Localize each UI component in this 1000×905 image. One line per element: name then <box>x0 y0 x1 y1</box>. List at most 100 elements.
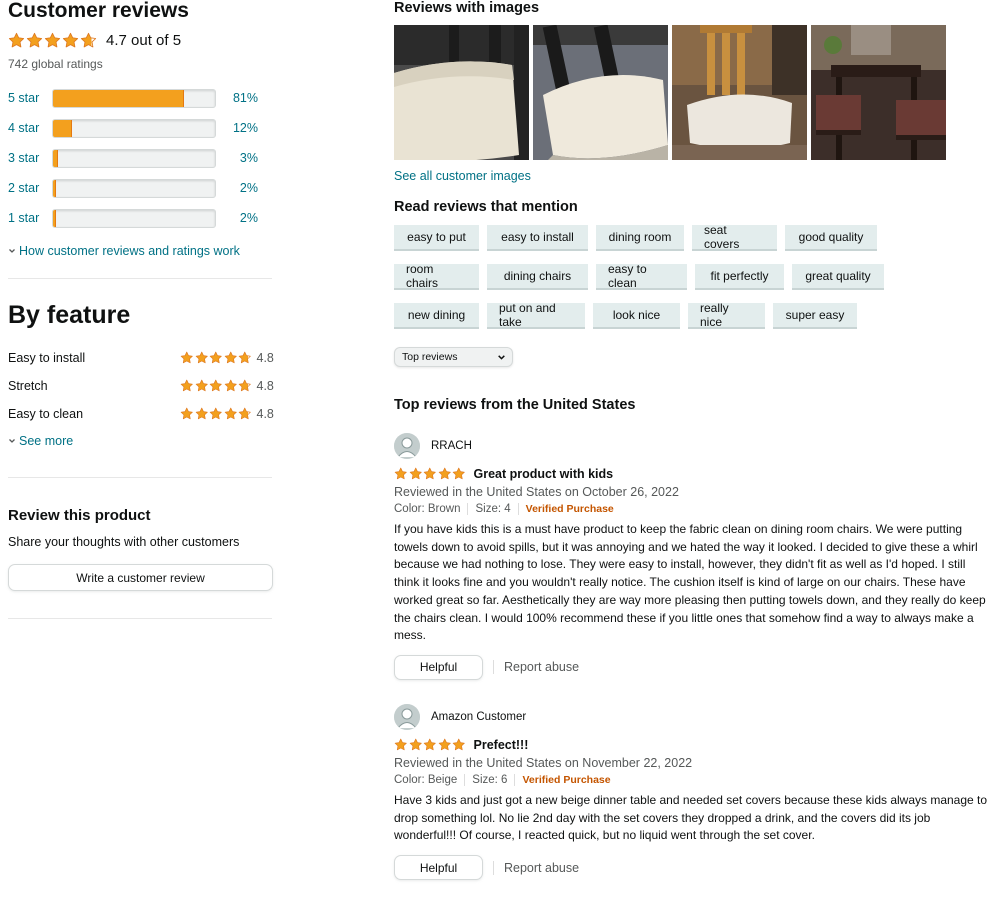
review-date: Reviewed in the United States on Novembe… <box>394 755 693 770</box>
review-title[interactable]: Great product with kids <box>474 467 614 481</box>
review-color[interactable]: Color: Brown <box>394 503 460 515</box>
histogram-percent[interactable]: 3% <box>218 151 258 165</box>
review-image-thumbnail[interactable] <box>394 25 529 160</box>
histogram-bar[interactable] <box>52 148 216 168</box>
review-title[interactable]: Prefect!!! <box>474 738 529 752</box>
chair-seat-photo <box>672 25 807 160</box>
helpful-button[interactable]: Helpful <box>394 855 483 881</box>
see-more-features-link[interactable]: See more <box>8 434 274 448</box>
histogram-label[interactable]: 4 star <box>8 121 52 135</box>
star-icon <box>209 351 222 364</box>
rating-histogram: 5 star 81% 4 star 12% 3 star 3% 2 star 2… <box>8 83 274 233</box>
star-icon <box>409 467 422 480</box>
chair-seat-photo <box>394 25 529 160</box>
star-icon <box>238 379 251 392</box>
star-icon <box>438 738 451 751</box>
review-title-row[interactable]: Prefect!!! <box>394 737 994 753</box>
meta-divider <box>467 503 469 515</box>
mention-chip[interactable]: super easy <box>773 303 857 329</box>
review-author[interactable]: Amazon Customer <box>394 703 994 731</box>
meta-divider <box>517 503 519 515</box>
review-size[interactable]: Size: 6 <box>472 774 507 786</box>
mention-chips: easy to put easy to install dining room … <box>394 223 994 329</box>
meta-divider <box>464 773 466 786</box>
feature-rating-value: 4.8 <box>256 407 274 421</box>
histogram-fill <box>53 89 185 107</box>
global-ratings-count: 742 global ratings <box>8 57 103 71</box>
histogram-bar[interactable] <box>52 88 216 108</box>
verified-purchase-badge: Verified Purchase <box>525 503 614 515</box>
user-avatar-icon <box>394 433 420 459</box>
mention-chip[interactable]: put on and take <box>487 301 585 329</box>
star-icon <box>80 32 97 47</box>
mention-chip[interactable]: room chairs <box>394 262 479 290</box>
histogram-percent[interactable]: 2% <box>218 211 258 225</box>
histogram-row-3-star[interactable]: 3 star 3% <box>8 143 274 173</box>
review-this-product-subtitle: Share your thoughts with other customers <box>8 535 240 549</box>
review-image-thumbnail[interactable] <box>672 25 807 160</box>
histogram-label[interactable]: 5 star <box>8 91 52 105</box>
mention-chip[interactable]: new dining <box>394 303 479 329</box>
review-image-thumbnail[interactable] <box>533 25 668 160</box>
histogram-row-2-star[interactable]: 2 star 2% <box>8 173 274 203</box>
review-author-name[interactable]: RRACH <box>431 440 472 452</box>
histogram-bar[interactable] <box>52 208 216 228</box>
mention-chip[interactable]: great quality <box>792 264 884 290</box>
section-divider <box>8 477 272 478</box>
mention-chip[interactable]: dining chairs <box>487 264 588 290</box>
review-variant-meta: Color: Brown Size: 4 Verified Purchase <box>394 503 994 515</box>
histogram-percent[interactable]: 2% <box>218 181 258 195</box>
mention-chip[interactable]: dining room <box>596 225 684 251</box>
dining-set-photo <box>811 25 946 160</box>
report-abuse-link[interactable]: Report abuse <box>504 861 579 875</box>
mention-chip[interactable]: look nice <box>593 303 680 329</box>
histogram-bar[interactable] <box>52 178 216 198</box>
sort-dropdown[interactable]: Top reviews <box>394 347 513 367</box>
how-reviews-work-link[interactable]: How customer reviews and ratings work <box>8 244 274 258</box>
mention-chip[interactable]: good quality <box>785 225 877 251</box>
mention-chip[interactable]: easy to install <box>487 225 588 251</box>
histogram-percent[interactable]: 12% <box>218 121 258 135</box>
avatar <box>394 703 420 730</box>
histogram-label[interactable]: 2 star <box>8 181 52 195</box>
mention-chip[interactable]: fit perfectly <box>695 264 784 290</box>
mention-chip[interactable]: seat covers <box>692 223 777 251</box>
histogram-label[interactable]: 3 star <box>8 151 52 165</box>
review-size[interactable]: Size: 4 <box>475 503 510 515</box>
mention-chip[interactable]: really nice <box>688 301 765 329</box>
see-all-images-link[interactable]: See all customer images <box>394 169 994 183</box>
chevron-down-icon <box>9 249 15 253</box>
feature-stars <box>180 407 252 421</box>
feature-stars <box>180 351 252 365</box>
histogram-row-4-star[interactable]: 4 star 12% <box>8 113 274 143</box>
star-icon <box>438 467 451 480</box>
helpful-button[interactable]: Helpful <box>394 654 483 680</box>
histogram-bar[interactable] <box>52 118 216 138</box>
mention-chip[interactable]: easy to put <box>394 225 479 251</box>
report-abuse-link[interactable]: Report abuse <box>504 660 579 674</box>
review-title-row[interactable]: Great product with kids <box>394 466 994 482</box>
histogram-label[interactable]: 1 star <box>8 211 52 225</box>
star-icon <box>423 738 436 751</box>
star-icon <box>209 379 222 392</box>
average-rating-stars <box>8 32 97 49</box>
histogram-percent[interactable]: 81% <box>218 91 258 105</box>
mention-chip[interactable]: easy to clean <box>596 262 687 290</box>
feature-row: Stretch 4.8 <box>8 372 274 400</box>
review-image-thumbnail[interactable] <box>811 25 946 160</box>
see-more-label[interactable]: See more <box>19 434 73 448</box>
histogram-row-5-star[interactable]: 5 star 81% <box>8 83 274 113</box>
ratings-summary-column: Customer reviews 4.7 out of 5 742 global… <box>8 0 274 619</box>
how-reviews-work-label[interactable]: How customer reviews and ratings work <box>19 244 240 258</box>
histogram-fill <box>53 149 58 167</box>
review-color[interactable]: Color: Beige <box>394 774 457 786</box>
review-author[interactable]: RRACH <box>394 432 994 460</box>
review-stars[interactable] <box>394 738 466 752</box>
histogram-row-1-star[interactable]: 1 star 2% <box>8 203 274 233</box>
feature-name: Easy to clean <box>8 407 84 421</box>
review-author-name[interactable]: Amazon Customer <box>431 711 526 723</box>
average-rating-text: 4.7 out of 5 <box>106 31 182 49</box>
review-stars[interactable] <box>394 467 466 481</box>
write-review-button[interactable]: Write a customer review <box>8 564 273 591</box>
star-icon <box>394 738 407 751</box>
